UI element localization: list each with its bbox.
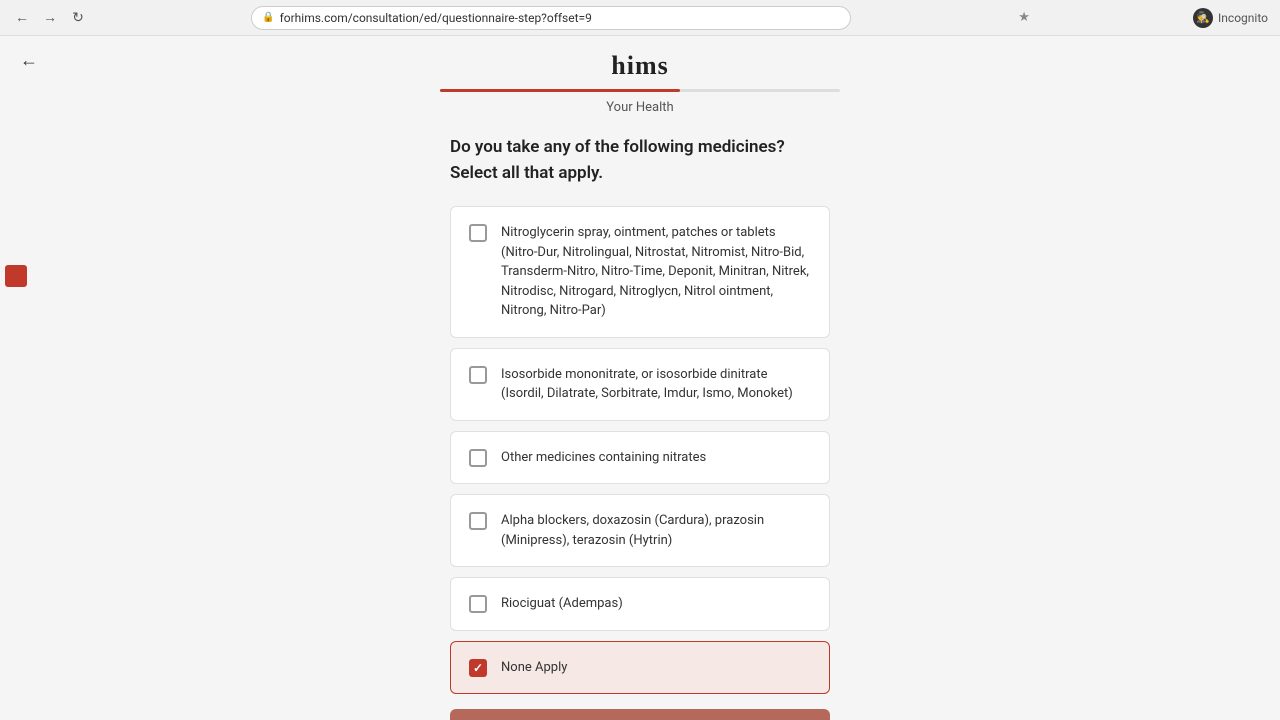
incognito-icon: 🕵 xyxy=(1193,8,1213,28)
forward-nav-button[interactable]: → xyxy=(40,8,60,28)
option-nitroglycerin-label: Nitroglycerin spray, ointment, patches o… xyxy=(501,223,811,321)
back-button[interactable]: ← xyxy=(20,50,38,71)
checkbox-other-nitrates[interactable] xyxy=(469,449,487,467)
lock-icon: 🔒 xyxy=(262,12,274,23)
page-content: ← hims Your Health Do you take any of th… xyxy=(0,36,1280,720)
option-isosorbide[interactable]: Isosorbide mononitrate, or isosorbide di… xyxy=(450,348,830,421)
option-nitroglycerin[interactable]: Nitroglycerin spray, ointment, patches o… xyxy=(450,206,830,338)
option-alpha-blockers-label: Alpha blockers, doxazosin (Cardura), pra… xyxy=(501,511,811,550)
progress-bar-fill xyxy=(440,89,680,92)
address-bar[interactable]: 🔒 forhims.com/consultation/ed/questionna… xyxy=(251,6,851,30)
option-riociguat[interactable]: Riociguat (Adempas) xyxy=(450,577,830,631)
progress-bar-container xyxy=(440,89,840,92)
red-square-decoration xyxy=(5,265,27,287)
checkbox-none-apply[interactable] xyxy=(469,659,487,677)
browser-chrome: ← → ↻ 🔒 forhims.com/consultation/ed/ques… xyxy=(0,0,1280,36)
page-subtitle: Your Health xyxy=(0,100,1280,115)
option-other-nitrates[interactable]: Other medicines containing nitrates xyxy=(450,431,830,485)
back-arrow-icon: ← xyxy=(20,50,38,71)
checkbox-isosorbide[interactable] xyxy=(469,366,487,384)
page-header: hims Your Health xyxy=(0,36,1280,115)
back-nav-button[interactable]: ← xyxy=(12,8,32,28)
checkbox-alpha-blockers[interactable] xyxy=(469,512,487,530)
checkbox-riociguat[interactable] xyxy=(469,595,487,613)
option-riociguat-label: Riociguat (Adempas) xyxy=(501,594,623,614)
option-none-apply[interactable]: None Apply xyxy=(450,641,830,695)
checkbox-nitroglycerin[interactable] xyxy=(469,224,487,242)
incognito-area: 🕵 Incognito xyxy=(1193,8,1268,28)
option-other-nitrates-label: Other medicines containing nitrates xyxy=(501,448,706,468)
question-text: Do you take any of the following medicin… xyxy=(450,135,830,186)
reload-button[interactable]: ↻ xyxy=(68,8,88,28)
option-none-apply-label: None Apply xyxy=(501,658,567,678)
question-area: Do you take any of the following medicin… xyxy=(440,135,840,720)
incognito-label: Incognito xyxy=(1218,11,1268,25)
option-alpha-blockers[interactable]: Alpha blockers, doxazosin (Cardura), pra… xyxy=(450,494,830,567)
option-isosorbide-label: Isosorbide mononitrate, or isosorbide di… xyxy=(501,365,811,404)
logo: hims xyxy=(0,51,1280,81)
url-text: forhims.com/consultation/ed/questionnair… xyxy=(280,11,592,25)
next-button[interactable]: Next xyxy=(450,709,830,720)
